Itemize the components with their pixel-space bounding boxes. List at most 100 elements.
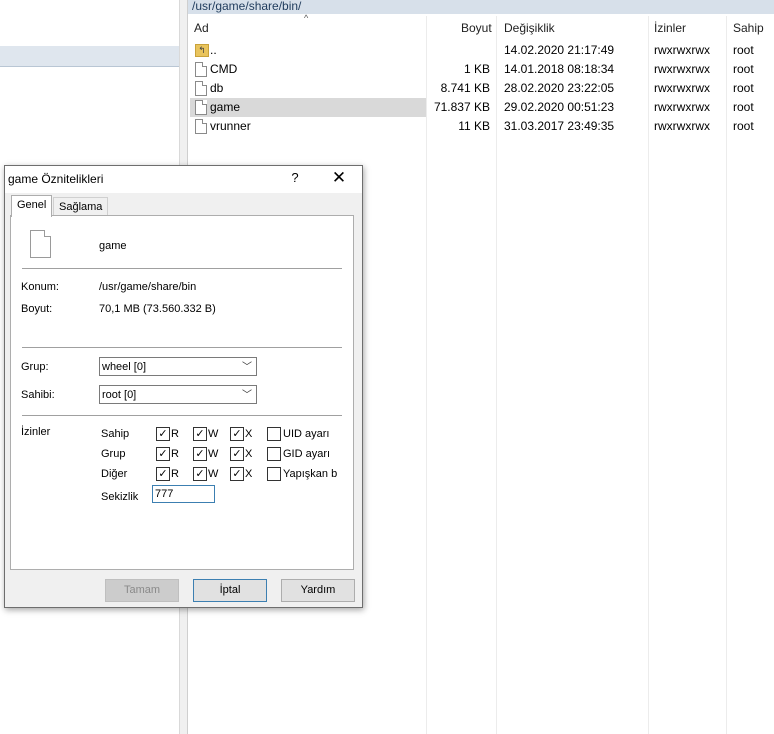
column-header-modified[interactable]: Değişiklik	[504, 16, 555, 40]
sticky-bit-checkbox[interactable]	[267, 467, 281, 481]
separator	[22, 268, 342, 269]
execute-label: X	[245, 468, 253, 480]
owner-label: Sahibi:	[21, 389, 55, 401]
file-row[interactable]: CMD 1 KB 14.01.2018 08:18:34 rwxrwxrwx r…	[188, 60, 774, 79]
tab-general[interactable]: Genel	[11, 195, 53, 217]
file-modified: 14.01.2018 08:18:34	[504, 62, 615, 76]
location-label: Konum:	[21, 281, 59, 293]
other-write-checkbox[interactable]: ✓	[193, 467, 207, 481]
write-label: W	[208, 428, 219, 440]
setgid-checkbox[interactable]	[267, 447, 281, 461]
help-icon[interactable]: ?	[287, 170, 303, 185]
close-icon[interactable]: ✕	[329, 168, 349, 188]
group-label: Grup:	[21, 361, 49, 373]
owner-select[interactable]: root [0] ﹀	[99, 385, 257, 404]
file-modified: 31.03.2017 23:49:35	[504, 119, 615, 133]
help-button[interactable]: Yardım	[281, 579, 355, 602]
cancel-button[interactable]: İptal	[193, 579, 267, 602]
file-modified: 29.02.2020 00:51:23	[504, 100, 615, 114]
parent-folder-icon: ↰	[195, 44, 209, 57]
group-write-checkbox[interactable]: ✓	[193, 447, 207, 461]
general-tab-panel: game Konum: /usr/game/share/bin Boyut: 7…	[10, 215, 354, 570]
octal-label: Sekizlik	[101, 491, 139, 503]
file-icon	[195, 81, 207, 96]
left-pane-header	[0, 46, 181, 67]
write-label: W	[208, 448, 219, 460]
setuid-label: UID ayarı	[283, 428, 330, 440]
size-label: Boyut:	[21, 303, 53, 315]
owner-select-value: root [0]	[102, 389, 137, 401]
file-permissions: rwxrwxrwx	[654, 43, 710, 57]
sort-ascending-icon: ^	[304, 13, 309, 23]
dialog-title: game Öznitelikleri	[8, 172, 104, 186]
file-owner: root	[733, 43, 754, 57]
octal-input[interactable]	[152, 485, 215, 503]
permissions-label: İzinler	[21, 426, 51, 438]
file-owner: root	[733, 81, 754, 95]
file-permissions: rwxrwxrwx	[654, 100, 710, 114]
perm-row-other-label: Diğer	[101, 468, 128, 480]
location-value: /usr/game/share/bin	[99, 281, 197, 293]
owner-execute-checkbox[interactable]: ✓	[230, 427, 244, 441]
owner-write-checkbox[interactable]: ✓	[193, 427, 207, 441]
group-select-value: wheel [0]	[102, 361, 147, 373]
column-header-name[interactable]: Ad	[194, 16, 209, 40]
other-execute-checkbox[interactable]: ✓	[230, 467, 244, 481]
file-size: 8.741 KB	[440, 81, 490, 95]
file-row-selected[interactable]: game 71.837 KB 29.02.2020 00:51:23 rwxrw…	[188, 98, 774, 117]
file-permissions: rwxrwxrwx	[654, 62, 710, 76]
file-modified: 28.02.2020 23:22:05	[504, 81, 615, 95]
path-bar[interactable]: /usr/game/share/bin/	[188, 0, 774, 14]
file-name: game	[210, 100, 241, 114]
write-label: W	[208, 468, 219, 480]
file-row[interactable]: vrunner 11 KB 31.03.2017 23:49:35 rwxrwx…	[188, 117, 774, 136]
chevron-down-icon: ﹀	[242, 362, 252, 373]
file-owner: root	[733, 62, 754, 76]
file-icon	[195, 100, 207, 115]
column-header-owner[interactable]: Sahip	[733, 16, 764, 40]
file-name-label: game	[99, 240, 127, 252]
read-label: R	[171, 428, 179, 440]
file-name: ..	[210, 43, 217, 57]
file-size: 11 KB	[458, 119, 490, 133]
file-owner: root	[733, 119, 754, 133]
execute-label: X	[245, 448, 253, 460]
file-name: CMD	[210, 62, 238, 76]
file-row[interactable]: db 8.741 KB 28.02.2020 23:22:05 rwxrwxrw…	[188, 79, 774, 98]
column-header-permissions[interactable]: İzinler	[654, 16, 686, 40]
perm-row-group-label: Grup	[101, 448, 126, 460]
size-value: 70,1 MB (73.560.332 B)	[99, 303, 216, 315]
setuid-checkbox[interactable]	[267, 427, 281, 441]
sticky-bit-label: Yapışkan bit	[283, 468, 337, 480]
file-icon	[30, 230, 51, 258]
perm-row-owner-label: Sahip	[101, 428, 130, 440]
execute-label: X	[245, 428, 253, 440]
tab-checksum[interactable]: Sağlama	[53, 197, 109, 216]
separator	[22, 415, 342, 416]
read-label: R	[171, 448, 179, 460]
other-read-checkbox[interactable]: ✓	[156, 467, 170, 481]
file-size: 71.837 KB	[433, 100, 490, 114]
group-execute-checkbox[interactable]: ✓	[230, 447, 244, 461]
file-name: vrunner	[210, 119, 251, 133]
group-read-checkbox[interactable]: ✓	[156, 447, 170, 461]
file-name: db	[210, 81, 224, 95]
group-select[interactable]: wheel [0] ﹀	[99, 357, 257, 376]
file-permissions: rwxrwxrwx	[654, 119, 710, 133]
setgid-label: GID ayarı	[283, 448, 331, 460]
read-label: R	[171, 468, 179, 480]
file-icon	[195, 119, 207, 134]
properties-dialog: game Öznitelikleri ? ✕ Genel Sağlama gam…	[4, 165, 363, 608]
separator	[22, 347, 342, 348]
file-modified: 14.02.2020 21:17:49	[504, 43, 615, 57]
dialog-titlebar[interactable]: game Öznitelikleri ? ✕	[5, 166, 362, 193]
file-permissions: rwxrwxrwx	[654, 81, 710, 95]
column-header-size[interactable]: Boyut	[461, 16, 492, 40]
ok-button[interactable]: Tamam	[105, 579, 179, 602]
file-size: 1 KB	[463, 62, 490, 76]
file-owner: root	[733, 100, 754, 114]
chevron-down-icon: ﹀	[242, 390, 252, 401]
owner-read-checkbox[interactable]: ✓	[156, 427, 170, 441]
file-icon	[195, 62, 207, 77]
file-row-parent[interactable]: ↰.. 14.02.2020 21:17:49 rwxrwxrwx root	[188, 41, 774, 60]
